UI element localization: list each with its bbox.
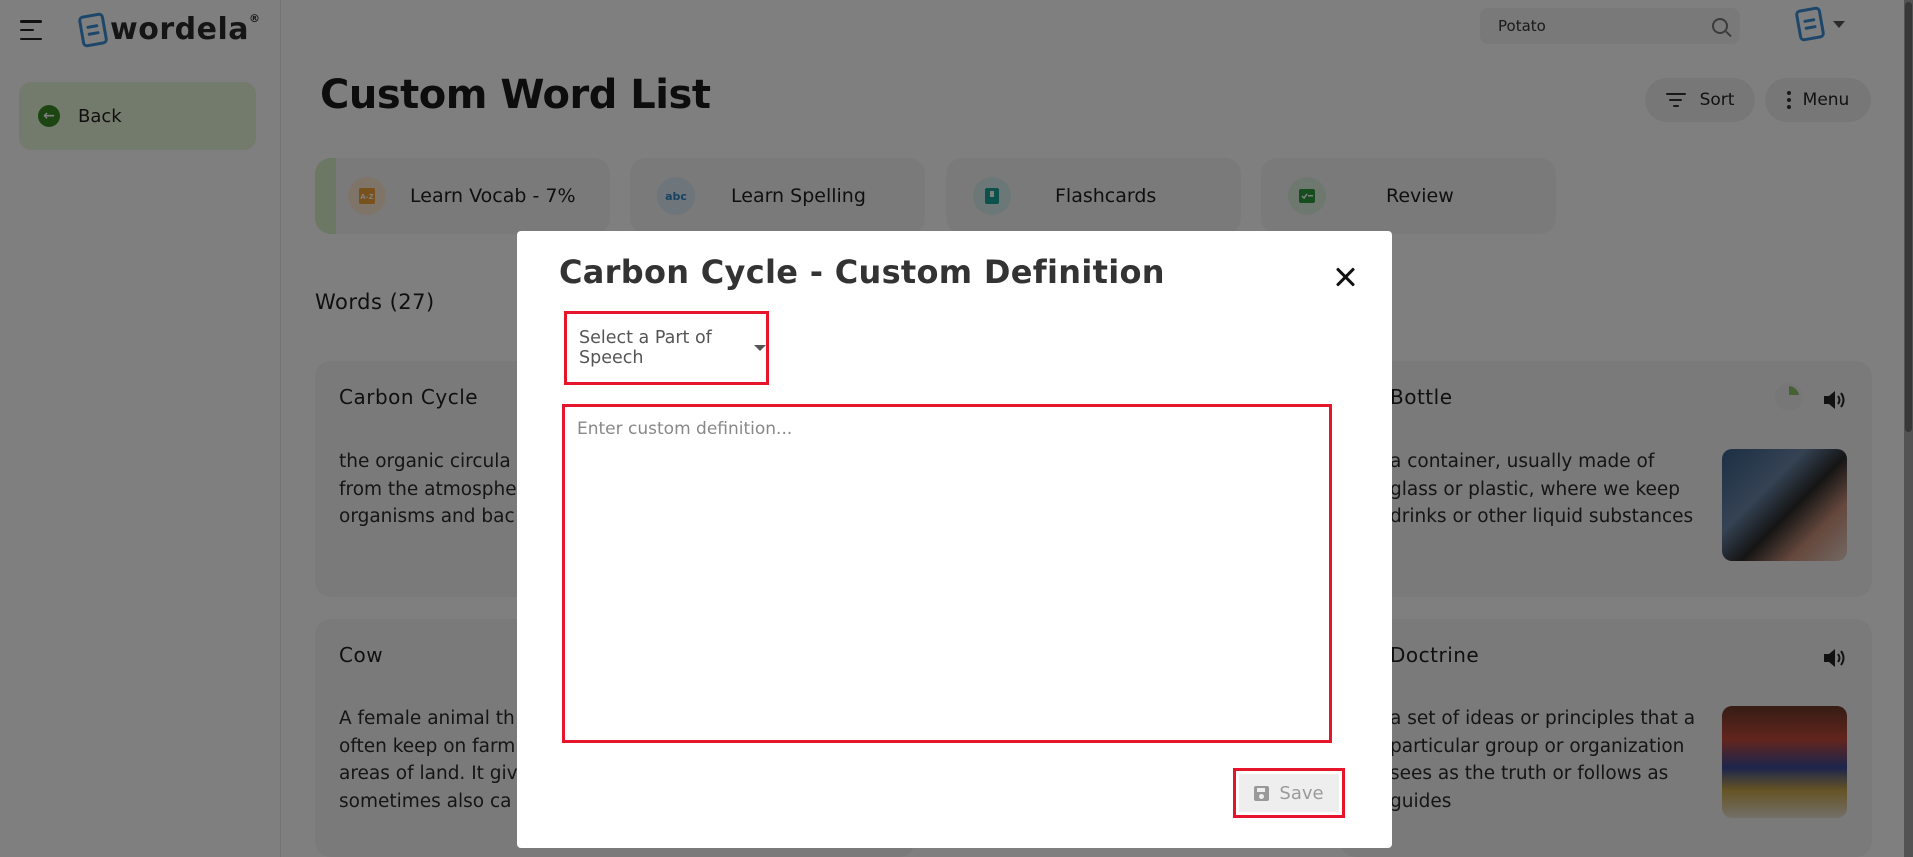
dialog-title: Carbon Cycle - Custom Definition — [559, 253, 1165, 291]
part-of-speech-select[interactable]: Select a Part of Speech — [564, 311, 769, 385]
save-button-body: Save — [1239, 774, 1339, 812]
close-icon[interactable] — [1333, 265, 1357, 289]
custom-definition-textarea[interactable] — [565, 407, 1329, 740]
save-label: Save — [1279, 782, 1324, 804]
floppy-disk-icon — [1254, 785, 1270, 801]
definition-field-wrapper — [562, 404, 1332, 743]
save-button[interactable]: Save — [1233, 768, 1345, 818]
part-of-speech-label: Select a Part of Speech — [579, 328, 712, 368]
caret-down-icon — [754, 345, 766, 351]
custom-definition-dialog: Carbon Cycle - Custom Definition Select … — [517, 231, 1392, 848]
